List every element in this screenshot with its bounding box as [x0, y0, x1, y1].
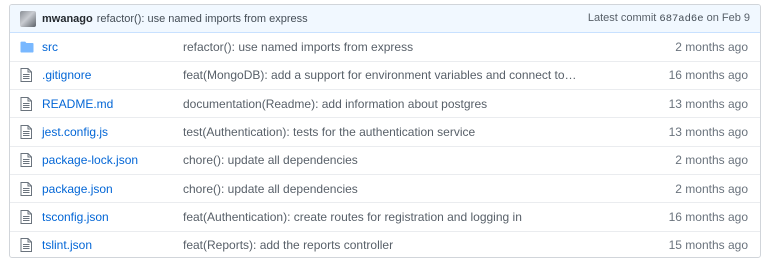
- commit-age: 2 months ago: [638, 173, 760, 203]
- file-icon: [20, 238, 42, 253]
- commit-sha[interactable]: 687ad6e: [659, 13, 703, 25]
- file-row[interactable]: README.md documentation(Readme): add info…: [10, 89, 760, 118]
- commit-date: on Feb 9: [706, 12, 750, 24]
- commit-age: 2 months ago: [675, 39, 748, 54]
- icon-cell: [10, 60, 42, 90]
- commit-message-link[interactable]: feat(Reports): add the reports controlle…: [183, 230, 638, 257]
- commit-message-link[interactable]: test(Authentication): tests for the auth…: [183, 117, 638, 147]
- icon-cell: [10, 202, 42, 232]
- commit-author[interactable]: mwanago: [42, 13, 93, 25]
- avatar[interactable]: [20, 10, 36, 27]
- file-icon: [20, 153, 42, 168]
- file-icon: [20, 96, 42, 111]
- file-name-cell: .gitignore: [42, 60, 183, 90]
- commit-message-link[interactable]: refactor(): use named imports from expre…: [183, 33, 638, 61]
- file-icon: [20, 125, 42, 140]
- file-name-cell: package.json: [42, 173, 183, 203]
- file-name-link[interactable]: src: [42, 40, 58, 54]
- commit-message-link[interactable]: documentation(Readme): add information a…: [183, 89, 638, 118]
- latest-commit-info: Latest commit 687ad6e on Feb 9: [588, 12, 750, 25]
- file-name-cell: jest.config.js: [42, 117, 183, 147]
- file-row[interactable]: package-lock.json chore(): update all dep…: [10, 145, 760, 175]
- file-icon: [20, 68, 42, 83]
- commit-message-link[interactable]: feat(Authentication): create routes for …: [183, 202, 638, 232]
- file-name-link[interactable]: package-lock.json: [42, 153, 138, 167]
- file-row[interactable]: package.json chore(): update all dependen…: [10, 173, 760, 203]
- file-name-link[interactable]: package.json: [42, 182, 113, 196]
- commit-age: 16 months ago: [638, 60, 760, 90]
- file-row[interactable]: jest.config.js test(Authentication): test…: [10, 117, 760, 147]
- commit-age: 13 months ago: [638, 117, 760, 147]
- commit-age: 13 months ago: [638, 89, 760, 118]
- commit-message-link[interactable]: chore(): update all dependencies: [183, 145, 638, 175]
- file-name-cell: tsconfig.json: [42, 202, 183, 232]
- commit-message[interactable]: refactor(): use named imports from expre…: [97, 13, 308, 25]
- file-name-cell: tslint.json: [42, 230, 183, 257]
- commit-message-link[interactable]: feat(MongoDB): add a support for environ…: [183, 60, 638, 90]
- file-name-link[interactable]: jest.config.js: [42, 125, 108, 139]
- file-icon: [20, 209, 42, 224]
- file-icon: [20, 181, 42, 196]
- latest-commit-bar: mwanago refactor(): use named imports fr…: [10, 5, 760, 33]
- file-name-cell: README.md: [42, 89, 183, 118]
- icon-cell: [10, 89, 42, 118]
- folder-icon: [20, 41, 42, 53]
- icon-cell: [10, 33, 42, 61]
- file-name-link[interactable]: .gitignore: [42, 68, 91, 82]
- icon-cell: [10, 117, 42, 147]
- file-name-link[interactable]: tsconfig.json: [42, 210, 109, 224]
- file-row[interactable]: tsconfig.json feat(Authentication): creat…: [10, 202, 760, 232]
- commit-message-link[interactable]: chore(): update all dependencies: [183, 173, 638, 203]
- commit-age: 2 months ago: [638, 145, 760, 175]
- file-row[interactable]: .gitignore feat(MongoDB): add a support f…: [10, 60, 760, 90]
- file-row[interactable]: src refactor(): use named imports from ex…: [10, 33, 760, 61]
- file-name-cell: src: [42, 33, 183, 61]
- file-row[interactable]: tslint.json feat(Reports): add the report…: [10, 230, 760, 257]
- file-table: src refactor(): use named imports from ex…: [10, 33, 760, 257]
- commit-age: 16 months ago: [638, 202, 760, 232]
- latest-commit-label: Latest commit: [587, 12, 657, 24]
- file-name-cell: package-lock.json: [42, 145, 183, 175]
- icon-cell: [10, 230, 42, 257]
- commit-age: 15 months ago: [638, 230, 760, 257]
- icon-cell: [10, 145, 42, 175]
- icon-cell: [10, 173, 42, 203]
- file-name-link[interactable]: README.md: [42, 97, 113, 111]
- file-browser: mwanago refactor(): use named imports fr…: [9, 4, 761, 258]
- file-name-link[interactable]: tslint.json: [42, 238, 92, 252]
